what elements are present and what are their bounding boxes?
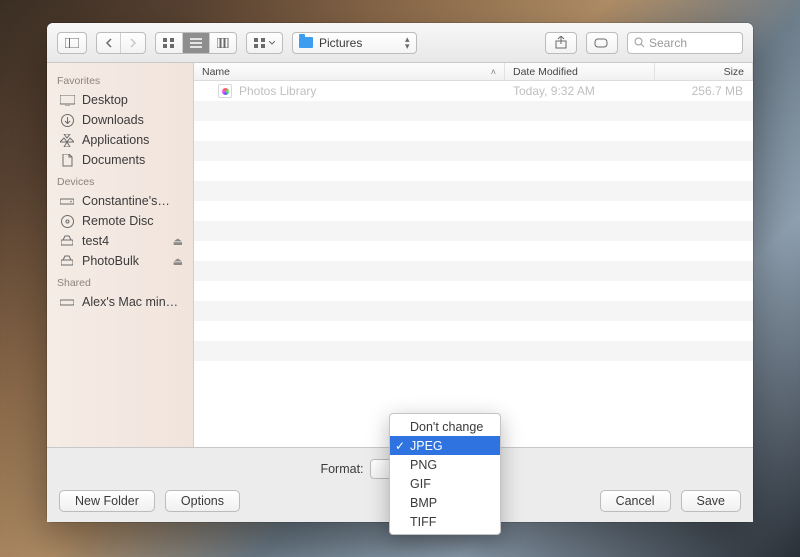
column-header-name[interactable]: Name˄ xyxy=(194,63,505,80)
column-view-button[interactable] xyxy=(210,33,236,53)
sidebar-item-photobulk[interactable]: PhotoBulk⏏ xyxy=(47,251,193,271)
search-placeholder: Search xyxy=(649,36,687,50)
format-dropdown-menu: Don't change ✓JPEG PNG GIF BMP TIFF xyxy=(389,413,501,535)
sidebar-item-constantines[interactable]: Constantine's… xyxy=(47,191,193,211)
share-button[interactable] xyxy=(545,32,577,54)
sidebar-item-alex-mac-mini[interactable]: Alex's Mac min… xyxy=(47,292,193,312)
sort-asc-icon: ˄ xyxy=(491,67,496,77)
sidebar: Favorites Desktop Downloads Applications… xyxy=(47,63,194,447)
location-popup[interactable]: Pictures ▴▾ xyxy=(292,32,417,54)
nav-history-group xyxy=(96,32,146,54)
location-label: Pictures xyxy=(319,36,362,50)
shared-mac-icon xyxy=(59,295,75,309)
format-option-png[interactable]: PNG xyxy=(390,455,500,474)
file-list-header: Name˄ Date Modified Size xyxy=(194,63,753,81)
format-label: Format: xyxy=(320,462,363,476)
sidebar-section-devices: Devices xyxy=(47,170,193,191)
cancel-button[interactable]: Cancel xyxy=(600,490,671,512)
icon-view-button[interactable] xyxy=(156,33,183,53)
sidebar-item-test4[interactable]: test4⏏ xyxy=(47,231,193,251)
sidebar-item-documents[interactable]: Documents xyxy=(47,150,193,170)
tags-button[interactable] xyxy=(586,32,618,54)
forward-button[interactable] xyxy=(121,33,145,53)
disk-icon xyxy=(59,194,75,208)
group-by-button[interactable] xyxy=(247,33,282,53)
applications-icon xyxy=(59,133,75,147)
format-option-tiff[interactable]: TIFF xyxy=(390,512,500,531)
format-option-dont-change[interactable]: Don't change xyxy=(390,417,500,436)
updown-chevrons-icon: ▴▾ xyxy=(405,36,410,50)
sidebar-section-shared: Shared xyxy=(47,271,193,292)
sidebar-item-applications[interactable]: Applications xyxy=(47,130,193,150)
toolbar: Pictures ▴▾ Search xyxy=(47,23,753,63)
list-view-button[interactable] xyxy=(183,33,210,53)
eject-icon[interactable]: ⏏ xyxy=(173,255,183,268)
file-rows: Photos Library Today, 9:32 AM 256.7 MB xyxy=(194,81,753,447)
sidebar-section-favorites: Favorites xyxy=(47,69,193,90)
file-row[interactable]: Photos Library Today, 9:32 AM 256.7 MB xyxy=(194,81,753,101)
group-by-group xyxy=(246,32,283,54)
options-button[interactable]: Options xyxy=(165,490,240,512)
format-option-jpeg[interactable]: ✓JPEG xyxy=(390,436,500,455)
volume-icon xyxy=(59,254,75,268)
sidebar-item-desktop[interactable]: Desktop xyxy=(47,90,193,110)
save-dialog-window: Pictures ▴▾ Search Favorites Desktop Dow… xyxy=(47,23,753,522)
search-field[interactable]: Search xyxy=(627,32,743,54)
column-header-size[interactable]: Size xyxy=(655,63,753,80)
volume-icon xyxy=(59,234,75,248)
file-list-area: Name˄ Date Modified Size Photos Library … xyxy=(194,63,753,447)
check-icon: ✓ xyxy=(395,439,405,453)
sidebar-item-remote-disc[interactable]: Remote Disc xyxy=(47,211,193,231)
downloads-icon xyxy=(59,113,75,127)
back-button[interactable] xyxy=(97,33,121,53)
new-folder-button[interactable]: New Folder xyxy=(59,490,155,512)
column-header-date[interactable]: Date Modified xyxy=(505,63,655,80)
format-option-bmp[interactable]: BMP xyxy=(390,493,500,512)
remote-disc-icon xyxy=(59,214,75,228)
view-mode-group xyxy=(155,32,237,54)
documents-icon xyxy=(59,153,75,167)
sidebar-toggle-button[interactable] xyxy=(58,33,86,53)
dialog-body: Favorites Desktop Downloads Applications… xyxy=(47,63,753,448)
photos-library-icon xyxy=(218,84,232,98)
sidebar-item-downloads[interactable]: Downloads xyxy=(47,110,193,130)
eject-icon[interactable]: ⏏ xyxy=(173,235,183,248)
format-option-gif[interactable]: GIF xyxy=(390,474,500,493)
search-icon xyxy=(634,37,645,48)
folder-icon xyxy=(299,37,313,48)
save-button[interactable]: Save xyxy=(681,490,742,512)
sidebar-toggle-group xyxy=(57,32,87,54)
desktop-icon xyxy=(59,93,75,107)
